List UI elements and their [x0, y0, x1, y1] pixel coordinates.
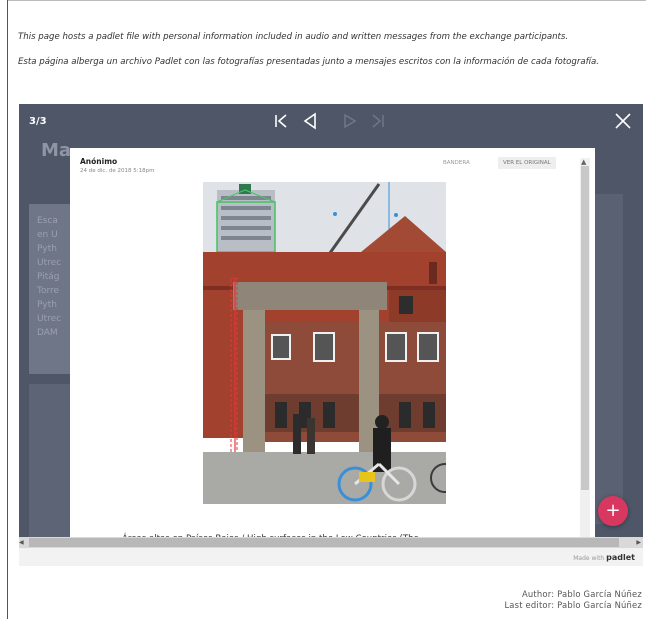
post-photo — [203, 182, 446, 504]
flag-button[interactable]: BANDERA — [443, 160, 470, 166]
intro-english-text: This page hosts a padlet file with perso… — [18, 32, 569, 42]
post-modal: Anónimo 24 de dic. de 2018 5:18pm BANDER… — [70, 148, 595, 548]
padlet-brand: padlet — [606, 553, 635, 562]
made-with-bar: Made with padlet — [19, 548, 643, 566]
close-icon[interactable] — [614, 112, 632, 130]
post-date: 24 de dic. de 2018 5:18pm — [80, 168, 155, 174]
scroll-up-arrow-icon[interactable]: ▲ — [581, 158, 586, 166]
view-original-button[interactable]: VER EL ORIGINAL — [498, 157, 556, 169]
horizontal-scrollbar[interactable]: ◀ ▶ — [19, 537, 643, 548]
first-slide-icon[interactable] — [274, 113, 288, 129]
padlet-viewer: Ma Esca en U Pyth Utrec Pitág Torre Pyth… — [19, 104, 643, 548]
scroll-right-arrow-icon[interactable]: ▶ — [636, 537, 641, 548]
footer-author: Author: Pablo García Núñez — [521, 589, 642, 599]
page-frame-left — [7, 0, 8, 619]
slide-counter: 3/3 — [29, 116, 47, 127]
page-frame-top — [7, 0, 646, 1]
horizontal-scroll-thumb[interactable] — [29, 538, 619, 547]
made-with-padlet-link[interactable]: Made with padlet — [573, 553, 635, 562]
next-slide-icon[interactable] — [344, 113, 356, 129]
post-author: Anónimo — [80, 157, 118, 166]
board-right-column — [595, 194, 623, 524]
footer-last-editor: Last editor: Pablo García Núñez — [504, 600, 642, 610]
made-with-prefix: Made with — [573, 555, 605, 562]
intro-spanish-text: Esta página alberga un archivo Padlet co… — [18, 57, 600, 67]
last-slide-icon[interactable] — [371, 113, 385, 129]
modal-scroll-thumb[interactable] — [581, 166, 589, 490]
post-header: Anónimo 24 de dic. de 2018 5:18pm BANDER… — [70, 148, 595, 182]
scroll-left-arrow-icon[interactable]: ◀ — [19, 537, 24, 548]
modal-scrollbar[interactable]: ▲ ▼ — [580, 158, 590, 546]
add-post-button[interactable]: + — [598, 496, 628, 526]
previous-slide-icon[interactable] — [303, 112, 317, 130]
